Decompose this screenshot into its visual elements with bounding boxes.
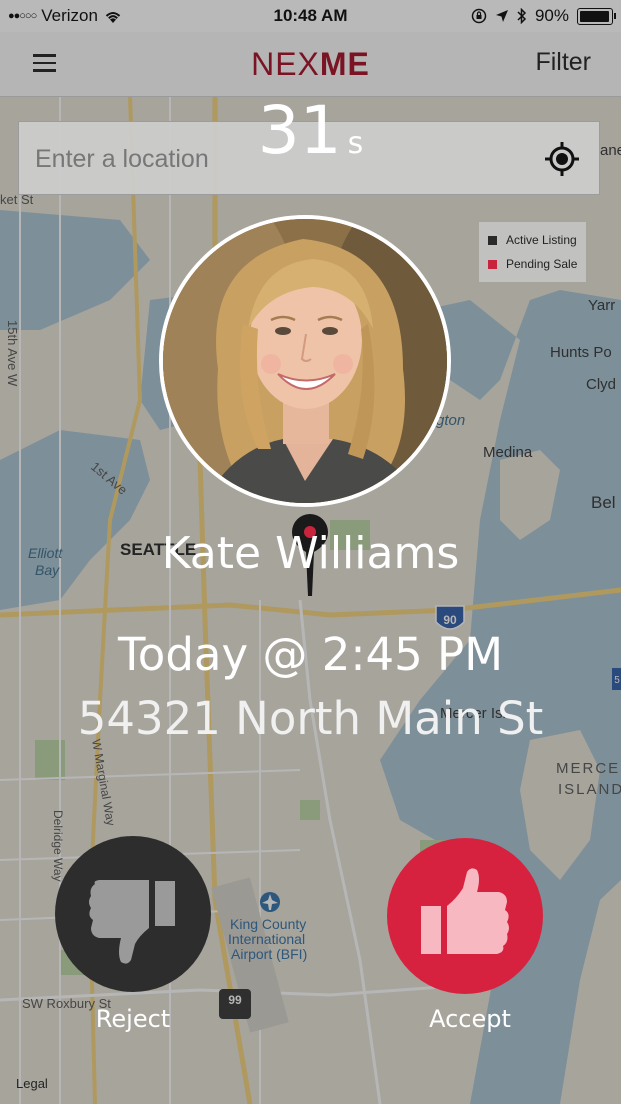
countdown-value: 31 — [257, 92, 342, 169]
legend-item-pending-sale: Pending Sale — [488, 257, 577, 271]
battery-icon — [577, 7, 616, 25]
requester-name: Kate Williams — [161, 528, 460, 579]
appointment-time: Today @ 2:45 PM — [117, 628, 504, 681]
status-bar: ●●○○○ Verizon 10:48 AM 90% — [0, 0, 621, 32]
legend-label: Pending Sale — [506, 257, 578, 271]
logo-light-part: NEX — [251, 46, 320, 82]
logo-bold-part: ME — [319, 46, 370, 82]
accept-button[interactable] — [387, 838, 543, 994]
countdown-timer: 31 s — [0, 92, 621, 169]
reject-button[interactable] — [55, 836, 211, 992]
reject-label: Reject — [95, 1005, 171, 1033]
app-logo: NEXME — [0, 46, 621, 83]
accept-label: Accept — [429, 1005, 511, 1033]
filter-button[interactable]: Filter — [535, 48, 591, 77]
legend-swatch — [488, 259, 497, 269]
legend-label: Active Listing — [506, 233, 577, 247]
legend-item-active-listing: Active Listing — [488, 233, 577, 247]
nav-bar: NEXME Filter — [0, 32, 621, 97]
appointment-address: 54321 North Main St — [77, 692, 544, 745]
thumbs-down-icon — [89, 880, 175, 964]
bluetooth-icon — [517, 8, 527, 24]
legend-swatch — [488, 235, 497, 245]
countdown-unit: s — [347, 126, 364, 161]
orientation-lock-icon — [471, 8, 487, 24]
location-arrow-icon — [495, 10, 508, 22]
requester-avatar — [159, 215, 451, 507]
battery-percent: 90% — [534, 6, 569, 25]
map-legend: Active Listing Pending Sale — [479, 222, 586, 282]
thumbs-up-icon — [421, 868, 509, 954]
